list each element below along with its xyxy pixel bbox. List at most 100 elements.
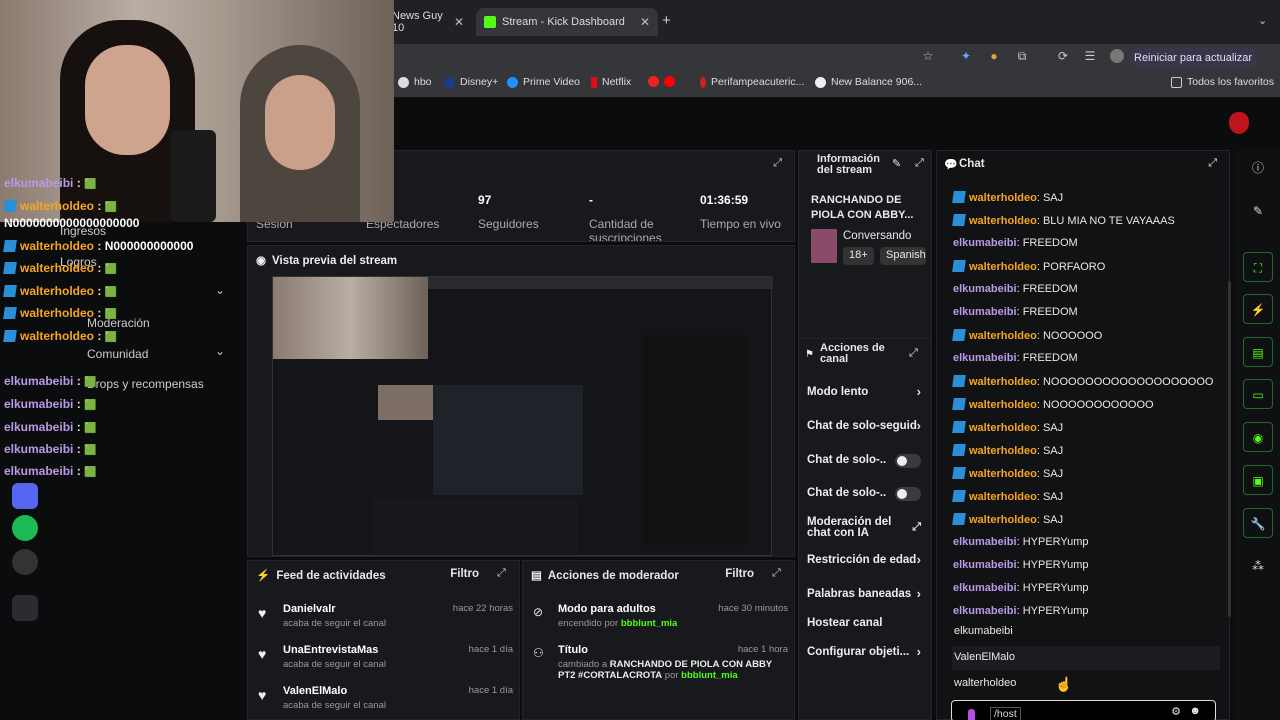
expand-icon[interactable]: ⤢	[497, 567, 509, 579]
chat-username[interactable]: walterholdeo	[969, 192, 1037, 204]
bookmark-prime[interactable]: Prime Video	[507, 76, 580, 88]
chat-scrollbar[interactable]	[1228, 281, 1231, 617]
puzzle-icon[interactable]: ⧉	[1015, 49, 1029, 63]
subscriber-badge-icon	[952, 191, 966, 203]
chat-username[interactable]: elkumabeibi	[953, 237, 1017, 249]
emoji-icon[interactable]: ☻	[1189, 705, 1201, 717]
bookmark-misc[interactable]	[648, 76, 675, 87]
bookmark-label: Prime Video	[523, 76, 581, 88]
update-button[interactable]: Reiniciar para actualizar	[1128, 48, 1258, 68]
tab-news[interactable]: News Guy 10 ✕	[384, 8, 472, 36]
expand-icon[interactable]: ⤢	[773, 157, 782, 170]
channel-action-item[interactable]: Configurar objeti... ›	[807, 644, 927, 659]
mention-suggestion[interactable]: walterholdeo	[952, 672, 1220, 696]
chat-username[interactable]: walterholdeo	[969, 445, 1037, 457]
stream-preview-video[interactable]	[272, 276, 773, 556]
chevron-down-icon[interactable]: ⌄	[215, 283, 225, 297]
mod-filter-button[interactable]: Filtro	[725, 568, 754, 580]
category-name[interactable]: Conversando	[843, 230, 911, 242]
chat-username[interactable]: walterholdeo	[969, 491, 1037, 503]
chat-username[interactable]: walterholdeo	[969, 376, 1037, 388]
close-icon[interactable]: ✕	[640, 15, 650, 29]
discord-icon[interactable]	[12, 483, 38, 509]
info-icon[interactable]: ⓘ	[1243, 153, 1273, 183]
sidebar-item-drops[interactable]: Drops y recompensas	[87, 377, 204, 391]
bookmark-newbalance[interactable]: New Balance 906...	[815, 76, 922, 88]
profile-avatar[interactable]	[1110, 49, 1124, 63]
chat-username[interactable]: elkumabeibi	[953, 605, 1017, 617]
bookmark-netflix[interactable]: Netflix	[591, 76, 631, 88]
all-bookmarks[interactable]: Todos los favoritos	[1171, 76, 1274, 88]
extension-icon[interactable]: ●	[987, 49, 1001, 63]
reading-list-icon[interactable]: ☰	[1083, 49, 1097, 63]
sidebar-item-comunidad[interactable]: Comunidad	[87, 347, 148, 361]
channel-action-item[interactable]: Palabras baneadas ›	[807, 586, 927, 601]
chat-username[interactable]: elkumabeibi	[953, 352, 1017, 364]
chat-username[interactable]: walterholdeo	[969, 399, 1037, 411]
channel-action-item[interactable]: Hostear canal	[807, 617, 927, 629]
bookmark-disney[interactable]: Disney+	[444, 76, 498, 88]
bookmark-perifa[interactable]: Perifampeacuteric...	[700, 76, 804, 88]
broadcast-icon[interactable]: ◉	[1243, 422, 1273, 452]
new-tab-button[interactable]: +	[662, 12, 671, 29]
channel-action-item[interactable]: Chat de solo-...	[807, 487, 927, 502]
close-icon[interactable]: ✕	[454, 15, 464, 29]
tab-label: News Guy 10	[392, 10, 443, 34]
mention-suggestion[interactable]: elkumabeibi	[952, 620, 1220, 644]
chat-username[interactable]: elkumabeibi	[953, 559, 1017, 571]
feed-user[interactable]: UnaEntrevistaMas	[283, 644, 378, 656]
channel-action-item[interactable]: Restricción de edad ›	[807, 552, 927, 567]
toggle-switch[interactable]	[895, 487, 921, 501]
channel-action-item[interactable]: Chat de solo-...	[807, 454, 927, 469]
translate-icon[interactable]: ✦	[959, 49, 973, 63]
layout-icon[interactable]: ▣	[1243, 465, 1273, 495]
chat-username[interactable]: elkumabeibi	[953, 582, 1017, 594]
star-icon[interactable]: ☆	[921, 49, 935, 63]
subscriber-badge-icon	[952, 467, 966, 479]
trash-icon[interactable]	[12, 595, 38, 621]
mention-suggestion[interactable]: ValenElMalo	[952, 646, 1220, 670]
settings-icon[interactable]: ⚙	[1171, 705, 1181, 718]
overlay-chat-line: walterholdeo : 🟩	[3, 306, 117, 320]
edit-icon[interactable]: ✎	[892, 157, 901, 170]
chat-username[interactable]: elkumabeibi	[953, 306, 1017, 318]
chat-username[interactable]: walterholdeo	[969, 215, 1037, 227]
bolt-icon[interactable]: ⚡	[1243, 294, 1273, 324]
feed-user[interactable]: ValenElMalo	[283, 685, 347, 697]
feed-filter-button[interactable]: Filtro	[450, 568, 479, 580]
chat-input[interactable]: /host ⚙ ☻	[951, 700, 1216, 720]
pepper-avatar[interactable]	[1229, 112, 1249, 134]
expand-icon[interactable]: ⤢	[909, 347, 918, 360]
tab-label: Stream - Kick Dashboard	[502, 16, 625, 28]
clock-icon[interactable]	[12, 549, 38, 575]
channel-action-item[interactable]: Modo lento ›	[807, 384, 927, 399]
apps-icon[interactable]: ⁂	[1243, 551, 1273, 581]
toggle-switch[interactable]	[895, 454, 921, 468]
bookmark-hbo[interactable]: hbo	[398, 76, 432, 88]
feed-user[interactable]: Danielvalr	[283, 603, 336, 615]
screen-icon[interactable]: ⛶	[1243, 252, 1273, 282]
sync-icon[interactable]: ⟳	[1056, 49, 1070, 63]
chat-username[interactable]: walterholdeo	[969, 514, 1037, 526]
chat-username[interactable]: elkumabeibi	[953, 536, 1017, 548]
channel-action-item[interactable]: Moderación del chat con IA ⤢	[807, 516, 927, 539]
chevron-down-icon[interactable]: ⌄	[215, 344, 225, 358]
tab-kick-dashboard[interactable]: Stream - Kick Dashboard ✕	[476, 8, 658, 36]
expand-icon[interactable]: ⤢	[915, 157, 924, 170]
chat-icon[interactable]: ▭	[1243, 379, 1273, 409]
edit-icon[interactable]: ✎	[1243, 196, 1273, 226]
chat-username[interactable]: walterholdeo	[969, 261, 1037, 273]
doc-icon[interactable]: ▤	[1243, 337, 1273, 367]
mod-user[interactable]: bbblunt_mia	[681, 670, 737, 681]
chat-username[interactable]: elkumabeibi	[953, 283, 1017, 295]
expand-icon[interactable]: ⤢	[772, 567, 784, 579]
expand-icon[interactable]: ⤢	[1208, 157, 1217, 170]
channel-action-item[interactable]: Chat de solo-seguid ›	[807, 418, 927, 433]
mod-user[interactable]: bbblunt_mia	[621, 618, 677, 629]
wrench-icon[interactable]: 🔧	[1243, 508, 1273, 538]
chat-username[interactable]: walterholdeo	[969, 422, 1037, 434]
spotify-icon[interactable]	[12, 515, 38, 541]
chat-username[interactable]: walterholdeo	[969, 330, 1037, 342]
chat-username[interactable]: walterholdeo	[969, 468, 1037, 480]
tab-search-icon[interactable]: ⌄	[1258, 14, 1267, 27]
